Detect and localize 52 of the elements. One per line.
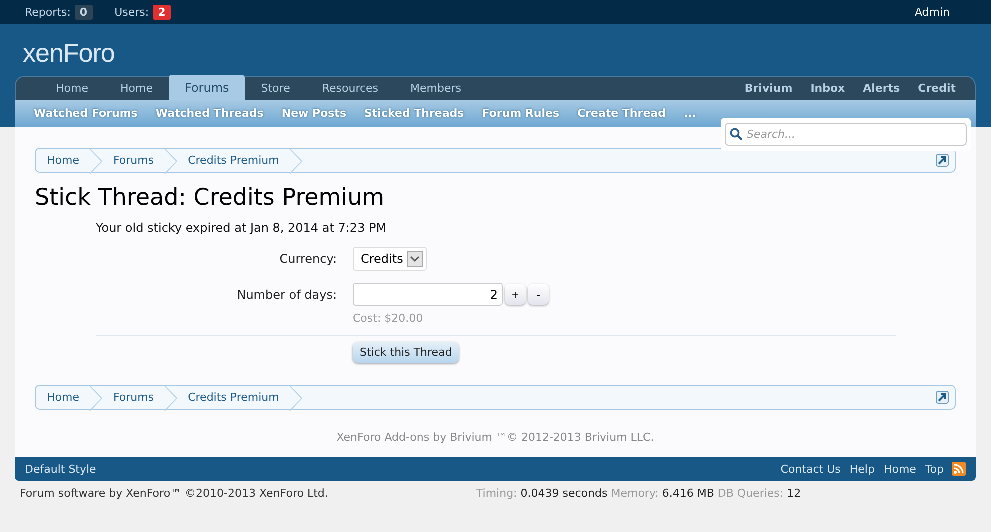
debug-stats: Timing: 0.0439 seconds Memory: 6.416 MB DB Queries: 12 bbox=[476, 487, 802, 500]
nav-tab[interactable]: Members bbox=[394, 77, 478, 100]
account-link[interactable]: Admin bbox=[914, 6, 950, 18]
page-title: Stick Thread: Credits Premium bbox=[35, 185, 386, 211]
nav-tab[interactable]: Inbox bbox=[802, 77, 854, 100]
nav-tab[interactable]: Alerts bbox=[854, 77, 910, 100]
chevron-separator bbox=[164, 386, 178, 411]
cost-hint: Cost: $20.00 bbox=[353, 312, 424, 325]
counter-label[interactable]: Reports: bbox=[25, 6, 71, 18]
stick-thread-button[interactable]: Stick this Thread bbox=[353, 342, 460, 363]
chevron-separator bbox=[289, 149, 304, 174]
count-badge: 0 bbox=[74, 4, 93, 20]
breadcrumb-link[interactable]: Home bbox=[47, 386, 84, 409]
chevron-separator bbox=[89, 149, 104, 174]
nav-tab[interactable]: Store bbox=[245, 77, 306, 100]
breadcrumb-link[interactable]: Credits Premium bbox=[188, 386, 284, 409]
footer-link[interactable]: Home bbox=[884, 462, 916, 476]
jump-icon[interactable] bbox=[936, 154, 949, 167]
chevron-separator bbox=[164, 149, 178, 174]
footer-link[interactable]: Contact Us bbox=[780, 462, 841, 476]
software-credit[interactable]: Forum software by XenForo™ ©2010-2013 XenForo Ltd. bbox=[20, 487, 328, 500]
nav-tab[interactable]: Home bbox=[104, 77, 169, 100]
footer-link[interactable]: Top bbox=[925, 462, 944, 476]
sticky-notice: Your old sticky expired at Jan 8, 2014 at 7:23 PM bbox=[96, 221, 388, 235]
nav-tab[interactable]: Forums bbox=[168, 75, 246, 100]
decrease-button[interactable]: - bbox=[528, 284, 549, 305]
nav-tab[interactable]: Brivium bbox=[736, 77, 802, 100]
style-chooser-link[interactable]: Default Style bbox=[25, 462, 96, 476]
rss-icon[interactable] bbox=[952, 462, 966, 476]
counter-label[interactable]: Users: bbox=[114, 6, 150, 18]
search-icon bbox=[730, 128, 743, 141]
breadcrumb-link[interactable]: Home bbox=[47, 149, 84, 172]
jump-icon[interactable] bbox=[936, 391, 949, 404]
chevron-separator bbox=[289, 386, 304, 411]
breadcrumb-link[interactable]: Forums bbox=[113, 149, 158, 172]
logo[interactable]: xenForo bbox=[23, 38, 115, 68]
dropdown-icon bbox=[407, 251, 424, 267]
nav-tab[interactable]: Resources bbox=[306, 77, 395, 100]
nav-tab[interactable]: Credit bbox=[909, 77, 965, 100]
currency-select[interactable]: Credits bbox=[353, 247, 428, 271]
copyright-text: XenForo Add-ons by Brivium ™© 2012-2013 Brivium LLC. bbox=[336, 431, 656, 444]
breadcrumb-link[interactable]: Forums bbox=[113, 386, 158, 409]
chevron-separator bbox=[89, 386, 104, 411]
breadcrumb-link[interactable]: Credits Premium bbox=[188, 149, 284, 172]
count-badge: 2 bbox=[153, 4, 171, 20]
search-field[interactable]: Search... bbox=[725, 123, 967, 146]
nav-tab[interactable]: Home bbox=[40, 77, 104, 100]
increase-button[interactable]: + bbox=[505, 284, 526, 305]
field-label: Number of days: bbox=[236, 288, 337, 302]
days-field[interactable]: 2 bbox=[353, 283, 503, 306]
field-label: Currency: bbox=[278, 252, 337, 266]
footer-link[interactable]: Help bbox=[850, 462, 875, 476]
